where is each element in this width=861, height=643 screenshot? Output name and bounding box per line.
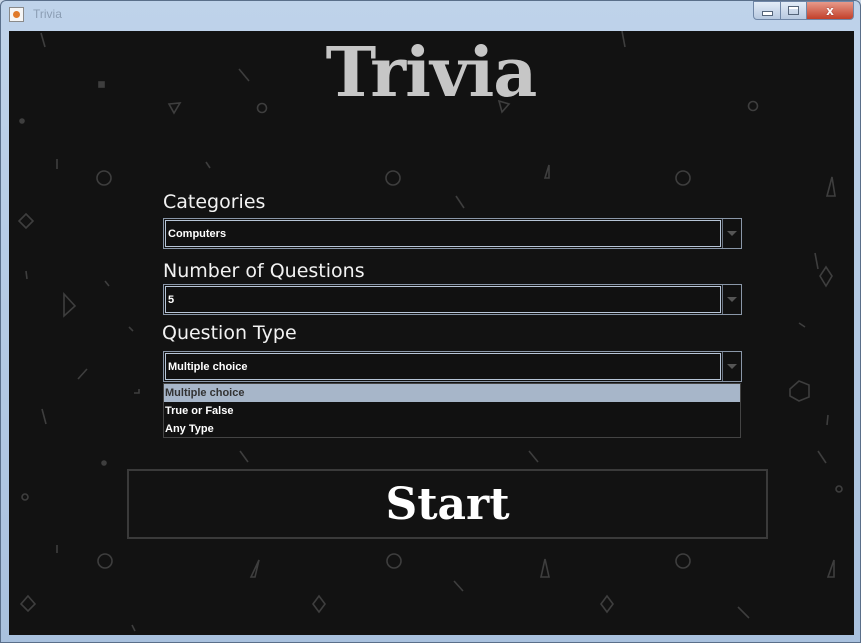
question-type-combobox[interactable]: Multiple choice bbox=[163, 351, 742, 382]
window-title: Trivia bbox=[33, 7, 62, 21]
question-type-option-multiple-choice[interactable]: Multiple choice bbox=[164, 384, 740, 402]
categories-dropdown-button[interactable] bbox=[722, 219, 741, 248]
categories-value: Computers bbox=[165, 220, 721, 247]
question-type-option-true-or-false[interactable]: True or False bbox=[164, 402, 740, 420]
number-of-questions-dropdown-button[interactable] bbox=[722, 285, 741, 314]
chevron-down-icon bbox=[727, 364, 737, 369]
question-type-label: Question Type bbox=[162, 322, 297, 344]
chevron-down-icon bbox=[727, 297, 737, 302]
categories-combobox[interactable]: Computers bbox=[163, 218, 742, 249]
number-of-questions-value: 5 bbox=[165, 286, 721, 313]
background-pattern bbox=[17, 31, 843, 632]
maximize-icon bbox=[788, 6, 799, 15]
minimize-icon bbox=[761, 11, 773, 16]
maximize-button[interactable] bbox=[780, 1, 807, 20]
close-icon: x bbox=[826, 3, 834, 18]
title-bar[interactable]: Trivia x bbox=[1, 1, 860, 29]
number-of-questions-label: Number of Questions bbox=[163, 260, 365, 282]
minimize-button[interactable] bbox=[753, 1, 781, 20]
chevron-down-icon bbox=[727, 231, 737, 236]
java-app-icon bbox=[9, 7, 24, 22]
question-type-option-any-type[interactable]: Any Type bbox=[164, 420, 740, 438]
question-type-dropdown-list: Multiple choice True or False Any Type bbox=[163, 383, 741, 438]
app-window: Trivia x Trivia Categories Computers Num… bbox=[0, 0, 861, 643]
question-type-dropdown-button[interactable] bbox=[722, 352, 741, 381]
categories-label: Categories bbox=[163, 191, 266, 213]
content-panel: Trivia Categories Computers Number of Qu… bbox=[9, 31, 854, 635]
question-type-value: Multiple choice bbox=[165, 353, 721, 380]
app-title: Trivia bbox=[325, 33, 538, 113]
start-button[interactable]: Start bbox=[127, 469, 768, 539]
close-button[interactable]: x bbox=[806, 1, 854, 20]
number-of-questions-combobox[interactable]: 5 bbox=[163, 284, 742, 315]
